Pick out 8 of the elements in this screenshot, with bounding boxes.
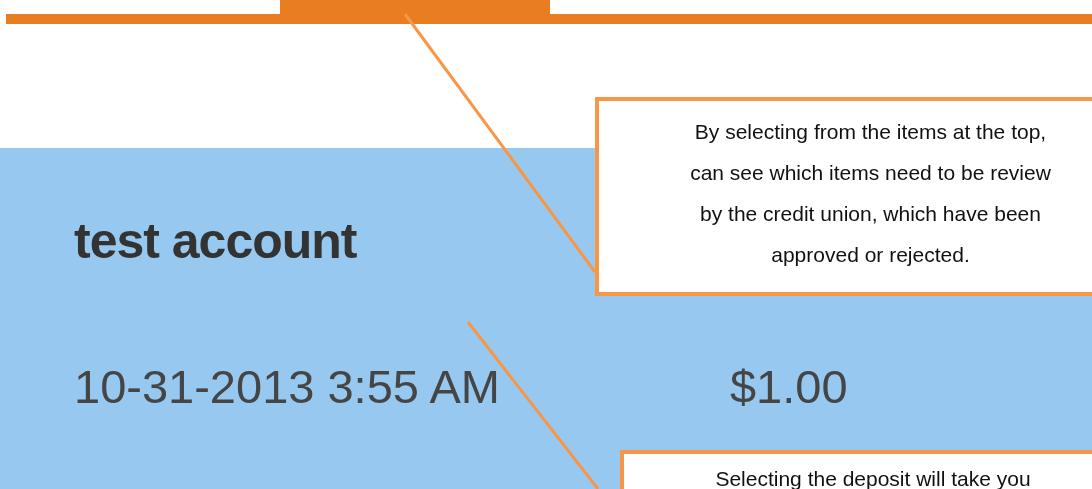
callout-text: can see which items need to be review — [690, 160, 1051, 186]
deposit-datetime: 10-31-2013 3:55 AM — [74, 359, 500, 415]
account-name: test account — [74, 212, 357, 271]
callout-text: approved or rejected. — [771, 242, 970, 268]
callout-text: by the credit union, which have been — [700, 201, 1041, 227]
callout-text: By selecting from the items at the top, — [694, 119, 1047, 145]
selected-tab-indicator[interactable] — [280, 0, 550, 24]
deposit-amount: $1.00 — [729, 359, 848, 415]
